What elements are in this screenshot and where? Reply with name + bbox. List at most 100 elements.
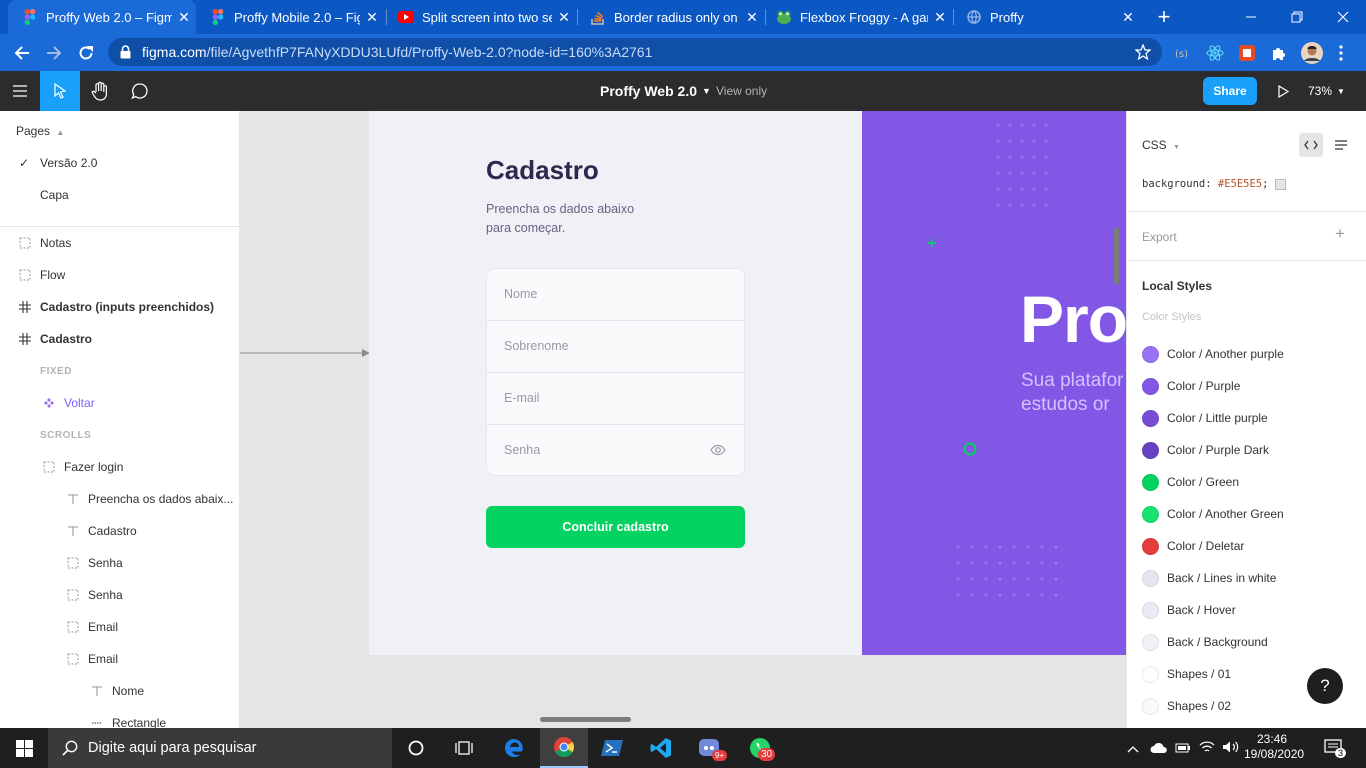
list-view-icon[interactable]: [1329, 133, 1353, 157]
layer-item[interactable]: Email: [0, 611, 240, 643]
layer-item[interactable]: Senha: [0, 579, 240, 611]
volume-icon[interactable]: [1222, 740, 1240, 759]
chrome-icon[interactable]: [540, 728, 588, 768]
color-style-item[interactable]: Back / Lines in white: [1127, 562, 1366, 594]
layer-item[interactable]: Cadastro (inputs preenchidos): [0, 291, 240, 323]
cadastro-frame[interactable]: Cadastro Preencha os dados abaixo para c…: [369, 111, 1126, 655]
horizontal-scrollbar[interactable]: [540, 717, 631, 722]
move-tool-icon[interactable]: [40, 71, 80, 111]
edge-icon[interactable]: [490, 728, 538, 768]
page-item-capa[interactable]: Capa: [0, 179, 240, 211]
wifi-icon[interactable]: [1199, 740, 1215, 759]
powershell-icon[interactable]: [588, 728, 636, 768]
pages-header[interactable]: Pages ▲: [16, 124, 64, 138]
task-view-icon[interactable]: [440, 728, 488, 768]
figma-toolbar: Proffy Web 2.0 ▼ View only Share 73% ▼: [0, 71, 1366, 111]
password-input[interactable]: Senha: [487, 425, 744, 475]
surname-input[interactable]: Sobrenome: [487, 321, 744, 373]
close-icon[interactable]: ✕: [740, 9, 764, 26]
tab-flexbox-froggy[interactable]: Flexbox Froggy - A gam ✕: [762, 0, 952, 34]
color-style-item[interactable]: Color / Deletar: [1127, 530, 1366, 562]
discord-icon[interactable]: 9+: [686, 728, 734, 768]
restore-button[interactable]: [1274, 0, 1320, 34]
comment-tool-icon[interactable]: [120, 71, 160, 111]
color-swatch: [1142, 377, 1159, 395]
notification-center-icon[interactable]: 3: [1324, 739, 1347, 760]
layer-item[interactable]: Preencha os dados abaix...: [0, 483, 240, 515]
layer-item[interactable]: Senha: [0, 547, 240, 579]
close-icon[interactable]: ✕: [360, 9, 384, 26]
layer-item[interactable]: Cadastro: [0, 515, 240, 547]
layer-item[interactable]: Notas: [0, 227, 240, 259]
color-style-item[interactable]: Back / Hover: [1127, 594, 1366, 626]
color-style-item[interactable]: Color / Another purple: [1127, 338, 1366, 370]
code-language-dropdown[interactable]: CSS ▼: [1142, 138, 1180, 152]
tab-stackoverflow[interactable]: Border radius only on fi ✕: [576, 0, 764, 34]
color-style-item[interactable]: Color / Purple Dark: [1127, 434, 1366, 466]
tab-youtube[interactable]: Split screen into two se ✕: [384, 0, 576, 34]
hand-tool-icon[interactable]: [80, 71, 120, 111]
reload-icon[interactable]: [73, 40, 99, 66]
color-style-item[interactable]: Color / Purple: [1127, 370, 1366, 402]
url-bar[interactable]: figma.com/file/AgvethfP7FANyXDDU3LUfd/Pr…: [108, 38, 1162, 66]
minimize-button[interactable]: [1228, 0, 1274, 34]
color-style-item[interactable]: Back / Background: [1127, 626, 1366, 658]
present-play-icon[interactable]: [1263, 71, 1303, 111]
show-hidden-icons-chevron-icon[interactable]: [1127, 741, 1139, 759]
name-input[interactable]: Nome: [487, 269, 744, 321]
color-style-item[interactable]: Color / Little purple: [1127, 402, 1366, 434]
vertical-scrollbar[interactable]: [1114, 227, 1119, 285]
onedrive-icon[interactable]: [1150, 741, 1168, 759]
code-view-icon[interactable]: [1299, 133, 1323, 157]
help-button[interactable]: ?: [1307, 668, 1343, 704]
layer-item[interactable]: Nome: [0, 675, 240, 707]
react-devtools-icon[interactable]: [1203, 40, 1227, 66]
ui-extension-icon[interactable]: [1235, 40, 1259, 66]
hamburger-menu-icon[interactable]: [0, 71, 40, 111]
layer-item[interactable]: Flow: [0, 259, 240, 291]
eye-icon[interactable]: [710, 443, 726, 461]
email-input[interactable]: E-mail: [487, 373, 744, 425]
add-export-plus-icon[interactable]: +: [1335, 224, 1345, 244]
close-icon[interactable]: ✕: [172, 9, 196, 26]
close-window-button[interactable]: [1320, 0, 1366, 34]
submit-button[interactable]: Concluir cadastro: [486, 506, 745, 548]
star-icon[interactable]: [1134, 43, 1152, 63]
layer-item[interactable]: Voltar: [0, 387, 240, 419]
figma-icon: [210, 9, 226, 25]
cortana-icon[interactable]: [392, 728, 440, 768]
vscode-icon[interactable]: [637, 728, 685, 768]
puzzle-extensions-icon[interactable]: [1267, 40, 1291, 66]
new-tab-button[interactable]: +: [1142, 0, 1186, 34]
file-title[interactable]: Proffy Web 2.0 ▼: [600, 71, 711, 111]
close-icon[interactable]: ✕: [552, 9, 576, 26]
form-title: Cadastro: [486, 155, 599, 185]
avatar[interactable]: [1299, 40, 1325, 66]
tab-proffy-mobile-figma[interactable]: Proffy Mobile 2.0 – Figma ✕: [196, 0, 384, 34]
extension-icon[interactable]: (s): [1170, 40, 1194, 66]
color-style-item[interactable]: Color / Another Green: [1127, 498, 1366, 530]
tab-title: Proffy Web 2.0 – Figma: [46, 9, 172, 25]
zoom-dropdown[interactable]: 73% ▼: [1308, 71, 1345, 111]
chrome-menu-icon[interactable]: [1330, 40, 1352, 66]
taskbar-search-box[interactable]: Digite aqui para pesquisar: [48, 728, 392, 768]
tab-title: Proffy: [990, 9, 1024, 25]
layer-item[interactable]: Email: [0, 643, 240, 675]
canvas[interactable]: Cadastro Preencha os dados abaixo para c…: [240, 111, 1126, 728]
close-icon[interactable]: ✕: [1116, 9, 1140, 26]
layer-item[interactable]: Cadastro: [0, 323, 240, 355]
battery-icon[interactable]: [1175, 740, 1191, 759]
tab-proffy[interactable]: Proffy ✕: [952, 0, 1140, 34]
forward-arrow-icon[interactable]: [41, 40, 67, 66]
back-arrow-icon[interactable]: [9, 40, 35, 66]
color-swatch: [1275, 178, 1287, 190]
page-item-versao-2[interactable]: ✓ Versão 2.0: [0, 147, 240, 179]
tab-proffy-web-figma[interactable]: Proffy Web 2.0 – Figma ✕: [8, 0, 196, 34]
layer-item[interactable]: Fazer login: [0, 451, 240, 483]
color-style-item[interactable]: Color / Green: [1127, 466, 1366, 498]
whatsapp-icon[interactable]: 30: [736, 728, 784, 768]
close-icon[interactable]: ✕: [928, 9, 952, 26]
clock[interactable]: 23:46 19/08/2020: [1244, 732, 1304, 762]
share-button[interactable]: Share: [1203, 77, 1257, 105]
windows-start-icon[interactable]: [0, 728, 48, 768]
